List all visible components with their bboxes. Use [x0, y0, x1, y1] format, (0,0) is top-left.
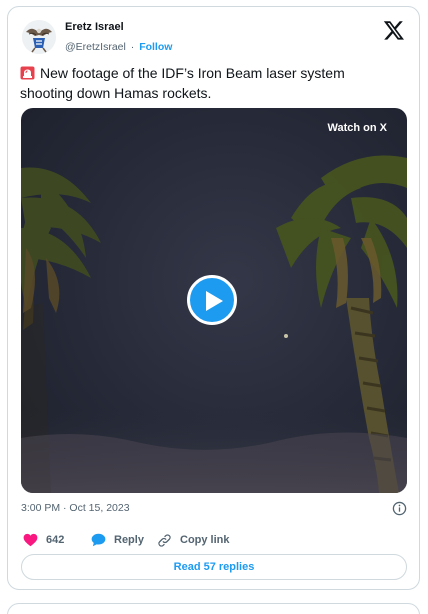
tweet-text: New footage of the IDF’s Iron Beam laser…	[20, 65, 345, 101]
play-button[interactable]	[187, 275, 237, 325]
follow-link[interactable]: Follow	[139, 41, 172, 53]
link-icon	[158, 533, 171, 547]
copy-link-action[interactable]: Copy link	[157, 530, 230, 550]
tweet-embed-card: Eretz Israel @EretzIsrael · Follow New f…	[7, 6, 420, 590]
timestamp-row: 3:00 PM · Oct 15, 2023	[21, 501, 407, 517]
heart-icon	[23, 533, 38, 547]
watch-on-x-label[interactable]: Watch on X	[328, 122, 387, 134]
reply-action[interactable]: Reply	[91, 530, 144, 550]
next-embed-card	[7, 603, 420, 614]
like-action[interactable]: 642	[23, 530, 64, 550]
rotating-light-siren-icon	[20, 65, 35, 80]
x-logo-icon[interactable]	[383, 19, 405, 41]
tweet-text-block: New footage of the IDF’s Iron Beam laser…	[20, 63, 400, 103]
author-handle-row: @EretzIsrael · Follow	[65, 41, 172, 53]
handle-separator: ·	[130, 41, 135, 53]
eagle-emblem-icon	[22, 20, 56, 54]
play-icon	[206, 291, 223, 311]
reply-label: Reply	[114, 534, 144, 546]
tweet-actions: 642 Reply Copy link	[21, 530, 407, 550]
like-count: 642	[46, 534, 65, 546]
read-replies-button[interactable]: Read 57 replies	[21, 554, 407, 580]
copy-link-label: Copy link	[180, 534, 230, 546]
info-icon[interactable]	[392, 501, 407, 516]
tweet-header: Eretz Israel @EretzIsrael · Follow	[20, 17, 407, 61]
author-handle[interactable]: @EretzIsrael	[65, 41, 126, 53]
author-name[interactable]: Eretz Israel	[65, 21, 124, 33]
author-avatar[interactable]	[22, 20, 56, 54]
reply-bubble-icon	[91, 533, 106, 547]
tweet-timestamp[interactable]: 3:00 PM · Oct 15, 2023	[21, 502, 130, 514]
video-player[interactable]: Watch on X	[21, 108, 407, 493]
